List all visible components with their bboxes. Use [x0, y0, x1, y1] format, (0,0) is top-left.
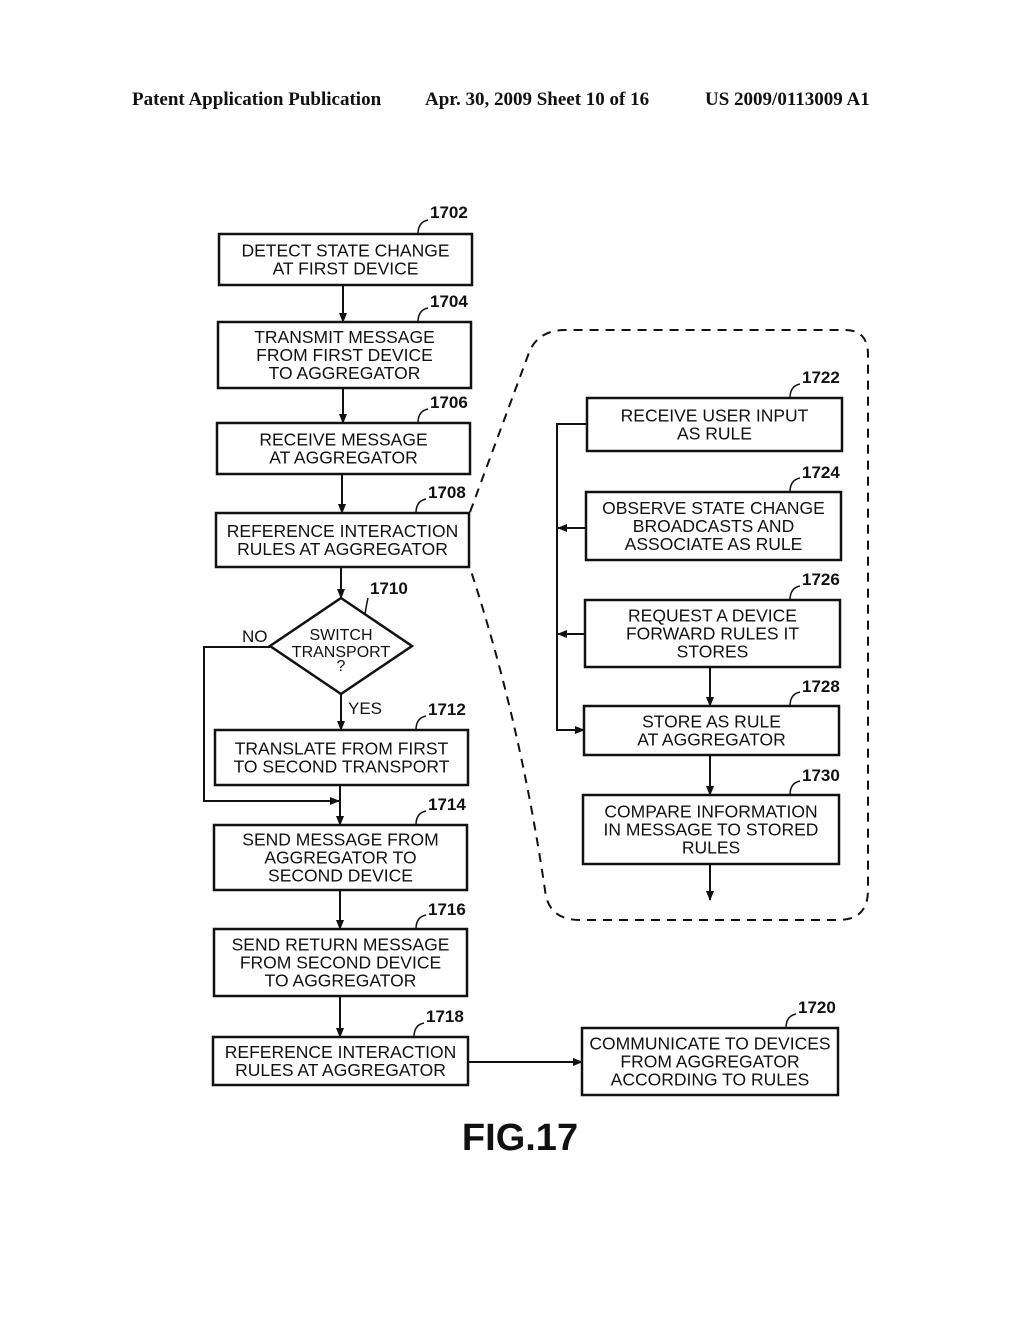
ref-leader-line — [415, 498, 427, 514]
reference-numeral: 1710 — [370, 579, 408, 598]
box-text-line: REQUEST A DEVICE — [628, 606, 797, 626]
box-text-line: FROM AGGREGATOR — [620, 1052, 799, 1072]
box-text-line: RULES AT AGGREGATOR — [235, 1060, 446, 1080]
ref-leader-line — [413, 1022, 425, 1038]
ref-leader-line — [785, 1013, 797, 1029]
box-text-line: AT AGGREGATOR — [637, 730, 785, 750]
box-text-line: FROM SECOND DEVICE — [240, 953, 441, 973]
box-text-line: TO AGGREGATOR — [269, 363, 421, 383]
ref-leader-line — [789, 585, 801, 601]
box-text-line: COMMUNICATE TO DEVICES — [589, 1034, 830, 1054]
box-text-line: FROM FIRST DEVICE — [256, 345, 433, 365]
reference-numeral: 1706 — [430, 393, 468, 412]
box-text-line: RULES AT AGGREGATOR — [237, 539, 448, 559]
process-box-1726: REQUEST A DEVICEFORWARD RULES ITSTORES 17… — [583, 570, 842, 669]
ref-leader-line — [417, 307, 429, 323]
reference-numeral: 1704 — [430, 292, 468, 311]
reference-numeral: 1722 — [802, 368, 840, 387]
process-box-1702: DETECT STATE CHANGEAT FIRST DEVICE 1702 — [217, 203, 474, 287]
box-text-line: IN MESSAGE TO STORED — [604, 820, 819, 840]
box-text-line: OBSERVE STATE CHANGE — [602, 498, 825, 518]
box-text-line: AT FIRST DEVICE — [273, 259, 419, 279]
box-text-line: TRANSLATE FROM FIRST — [235, 739, 449, 759]
reference-numeral: 1730 — [802, 766, 840, 785]
ref-leader-line — [415, 810, 427, 826]
reference-numeral: 1716 — [428, 900, 466, 919]
box-text-line: REFERENCE INTERACTION — [227, 521, 458, 541]
ref-leader-line — [789, 691, 801, 707]
process-box-1730: COMPARE INFORMATIONIN MESSAGE TO STOREDR… — [581, 766, 841, 866]
box-text-line: TO SECOND TRANSPORT — [234, 757, 450, 777]
reference-numeral: 1712 — [428, 700, 466, 719]
ref-leader-line — [415, 715, 427, 731]
box-text-line: RECEIVE MESSAGE — [259, 430, 427, 450]
process-box-1720: COMMUNICATE TO DEVICESFROM AGGREGATORACC… — [580, 998, 840, 1097]
ref-leader-line — [417, 219, 429, 235]
box-text-line: SEND MESSAGE FROM — [242, 830, 438, 850]
box-text-line: SECOND DEVICE — [268, 866, 413, 886]
box-text-line: ACCORDING TO RULES — [611, 1070, 810, 1090]
box-text-line: AS RULE — [677, 424, 752, 444]
ref-leader-line — [789, 383, 801, 399]
process-box-1728: STORE AS RULEAT AGGREGATOR 1728 — [582, 677, 841, 757]
box-text-line: TO AGGREGATOR — [265, 971, 417, 991]
ref-leader-line — [789, 780, 801, 796]
reference-numeral: 1714 — [428, 795, 466, 814]
process-box-1722: RECEIVE USER INPUTAS RULE 1722 — [585, 368, 844, 453]
diamond-text-line: SWITCH — [309, 627, 372, 644]
box-text-line: STORE AS RULE — [642, 712, 781, 732]
process-box-1704: TRANSMIT MESSAGEFROM FIRST DEVICETO AGGR… — [216, 292, 473, 390]
process-box-1724: OBSERVE STATE CHANGEBROADCASTS ANDASSOCI… — [584, 463, 843, 562]
flowchart: DETECT STATE CHANGEAT FIRST DEVICE 1702 TR… — [203, 203, 869, 1159]
figure-label: FIG.17 — [462, 1117, 578, 1159]
box-text-line: DETECT STATE CHANGE — [241, 241, 449, 261]
box-text-line: TRANSMIT MESSAGE — [254, 327, 435, 347]
box-text-line: RECEIVE USER INPUT — [621, 406, 809, 426]
box-text-line: AT AGGREGATOR — [269, 448, 417, 468]
box-text-line: FORWARD RULES IT — [626, 624, 799, 644]
box-text-line: BROADCASTS AND — [633, 516, 794, 536]
reference-numeral: 1726 — [802, 570, 840, 589]
reference-numeral: 1720 — [798, 998, 836, 1017]
edge-1722-collector — [556, 423, 587, 734]
reference-numeral: 1708 — [428, 483, 466, 502]
box-text-line: AGGREGATOR TO — [264, 848, 416, 868]
decision-yes-label: YES — [348, 699, 382, 718]
box-text-line: COMPARE INFORMATION — [604, 802, 817, 822]
decision-no-label: NO — [242, 627, 268, 646]
box-text-line: SEND RETURN MESSAGE — [232, 935, 450, 955]
reference-numeral: 1718 — [426, 1007, 464, 1026]
box-text-line: RULES — [682, 838, 740, 858]
reference-numeral: 1728 — [802, 677, 840, 696]
box-text-line: REFERENCE INTERACTION — [225, 1042, 456, 1062]
ref-leader-line — [415, 914, 427, 930]
reference-numeral: 1724 — [802, 463, 840, 482]
box-text-line: STORES — [677, 642, 749, 662]
ref-leader-line — [417, 408, 429, 424]
ref-leader-line — [364, 597, 369, 615]
ref-leader-line — [789, 477, 801, 493]
diamond-text-line: ? — [337, 658, 346, 675]
box-text-line: ASSOCIATE AS RULE — [625, 534, 803, 554]
reference-numeral: 1702 — [430, 203, 468, 222]
